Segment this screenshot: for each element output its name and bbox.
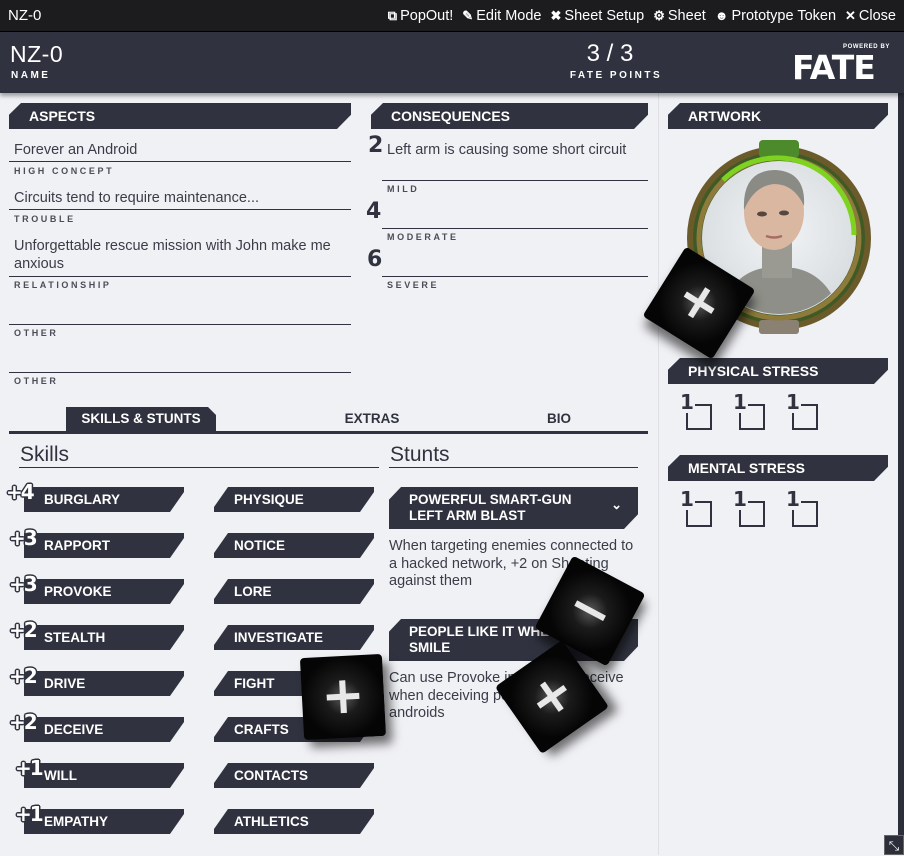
stunts-title: Stunts xyxy=(389,443,638,468)
physical-stress-header: PHYSICAL STRESS xyxy=(668,358,888,384)
external-link-icon: ⧉ xyxy=(387,7,398,23)
consequence-severe-value: 6 xyxy=(367,247,383,272)
skill-empathy[interactable]: EMPATHY xyxy=(24,809,184,834)
aspect-relationship-input[interactable]: Unforgettable rescue mission with John m… xyxy=(9,237,351,277)
sheet-button[interactable]: ⚙ Sheet xyxy=(653,8,706,24)
tab-extras[interactable]: EXTRAS xyxy=(320,407,424,431)
aspect-other-1-input[interactable] xyxy=(9,303,351,325)
skill-deceive[interactable]: DECEIVE xyxy=(24,717,184,742)
prototype-token-label: Prototype Token xyxy=(731,7,837,24)
fate-logo: POWERED BY FATE xyxy=(792,40,892,87)
fate-die-plus: + xyxy=(299,653,387,741)
consequence-label-moderate: MODERATE xyxy=(387,232,459,242)
mental-stress-box-2[interactable]: 1 xyxy=(733,488,765,527)
chevron-down-icon[interactable]: ⌄ xyxy=(611,497,622,513)
aspect-label-trouble: TROUBLE xyxy=(14,214,76,224)
tab-bio[interactable]: BIO xyxy=(520,407,598,431)
consequence-moderate-input[interactable] xyxy=(382,207,648,229)
mental-stress-box-3[interactable]: 1 xyxy=(786,488,818,527)
scrollbar-track[interactable] xyxy=(898,93,904,855)
edit-icon: ✎ xyxy=(462,7,474,23)
prototype-token-button[interactable]: ☻ Prototype Token xyxy=(715,8,836,24)
skill-lore[interactable]: LORE xyxy=(214,579,374,604)
consequences-header: CONSEQUENCES xyxy=(371,103,648,129)
aspect-label-other-1: OTHER xyxy=(14,328,59,338)
stress-value: 1 xyxy=(786,487,801,511)
sheet-header: NZ-0 NAME 3 / 3 FATE POINTS POWERED BY F… xyxy=(0,32,904,93)
consequence-label-mild: MILD xyxy=(387,184,420,194)
tab-divider xyxy=(9,431,648,434)
skill-rank: +2 xyxy=(9,664,38,688)
tab-skills-stunts[interactable]: SKILLS & STUNTS xyxy=(66,407,216,431)
stress-value: 1 xyxy=(733,390,748,414)
stunt-name: POWERFUL SMART-GUN LEFT ARM BLAST xyxy=(409,492,572,523)
skill-drive[interactable]: DRIVE xyxy=(24,671,184,696)
close-icon: ✕ xyxy=(845,7,856,23)
skill-rank: +1 xyxy=(15,756,44,780)
stress-value: 1 xyxy=(680,487,695,511)
consequence-label-severe: SEVERE xyxy=(387,280,440,290)
consequence-mild-input[interactable]: Left arm is causing some short circuit xyxy=(382,141,648,181)
skill-contacts[interactable]: CONTACTS xyxy=(214,763,374,788)
character-name-input[interactable]: NZ-0 xyxy=(10,41,63,68)
fate-points-label: FATE POINTS xyxy=(569,70,663,81)
skill-rank: +2 xyxy=(9,618,38,642)
aspect-other-2-input[interactable] xyxy=(9,351,351,373)
aspects-header: ASPECTS xyxy=(9,103,351,129)
artwork-header: ARTWORK xyxy=(668,103,888,129)
stress-value: 1 xyxy=(733,487,748,511)
close-label: Close xyxy=(858,7,896,24)
skill-athletics[interactable]: ATHLETICS xyxy=(214,809,374,834)
skill-rank: +1 xyxy=(15,802,44,826)
aspect-label-high-concept: HIGH CONCEPT xyxy=(14,166,115,176)
physical-stress-box-2[interactable]: 1 xyxy=(733,391,765,430)
stress-value: 1 xyxy=(786,390,801,414)
skill-rank: +3 xyxy=(9,572,38,596)
skill-investigate[interactable]: INVESTIGATE xyxy=(214,625,374,650)
sheet-setup-label: Sheet Setup xyxy=(564,7,645,24)
popout-button[interactable]: ⧉ PopOut! xyxy=(388,8,454,24)
skill-notice[interactable]: NOTICE xyxy=(214,533,374,558)
fate-points-value[interactable]: 3 / 3 xyxy=(560,40,660,68)
physical-stress-box-1[interactable]: 1 xyxy=(680,391,712,430)
sheet-setup-button[interactable]: ✖ Sheet Setup xyxy=(551,8,645,24)
tools-icon: ✖ xyxy=(550,7,562,23)
frame-ornament-top xyxy=(759,140,799,158)
mental-stress-box-1[interactable]: 1 xyxy=(680,488,712,527)
resize-handle-icon[interactable]: ⤡ xyxy=(884,835,904,855)
window-title: NZ-0 xyxy=(8,7,42,24)
skill-provoke[interactable]: PROVOKE xyxy=(24,579,184,604)
logo-fate-text: FATE xyxy=(792,48,876,87)
frame-ornament-bottom xyxy=(759,320,799,334)
stunt-header-smart-gun[interactable]: POWERFUL SMART-GUN LEFT ARM BLAST ⌄ xyxy=(389,487,638,529)
window-titlebar: NZ-0 ⧉ PopOut! ✎ Edit Mode ✖ Sheet Setup ⚙ S… xyxy=(0,0,904,32)
skill-physique[interactable]: PHYSIQUE xyxy=(214,487,374,512)
skill-rank: +4 xyxy=(6,480,35,504)
aspect-label-relationship: RELATIONSHIP xyxy=(14,280,112,290)
skill-stealth[interactable]: STEALTH xyxy=(24,625,184,650)
stress-value: 1 xyxy=(680,390,695,414)
consequence-moderate-value: 4 xyxy=(366,199,382,224)
close-button[interactable]: ✕ Close xyxy=(845,8,896,24)
skill-burglary[interactable]: BURGLARY xyxy=(24,487,184,512)
mental-stress-header: MENTAL STRESS xyxy=(668,455,888,481)
skill-will[interactable]: WILL xyxy=(24,763,184,788)
skills-title: Skills xyxy=(19,443,379,468)
aspect-label-other-2: OTHER xyxy=(14,376,59,386)
user-circle-icon: ☻ xyxy=(714,8,729,23)
edit-mode-button[interactable]: ✎ Edit Mode xyxy=(462,8,541,24)
name-label: NAME xyxy=(11,70,51,81)
popout-label: PopOut! xyxy=(400,7,454,24)
skill-rank: +2 xyxy=(9,710,38,734)
skill-rank: +3 xyxy=(9,526,38,550)
physical-stress-box-3[interactable]: 1 xyxy=(786,391,818,430)
consequence-severe-input[interactable] xyxy=(382,255,648,277)
gear-icon: ⚙ xyxy=(653,7,665,23)
aspect-trouble-input[interactable]: Circuits tend to require maintenance... xyxy=(9,189,351,210)
sheet-label: Sheet xyxy=(667,7,706,24)
aspect-high-concept-input[interactable]: Forever an Android xyxy=(9,141,351,162)
edit-mode-label: Edit Mode xyxy=(476,7,542,24)
skill-rapport[interactable]: RAPPORT xyxy=(24,533,184,558)
